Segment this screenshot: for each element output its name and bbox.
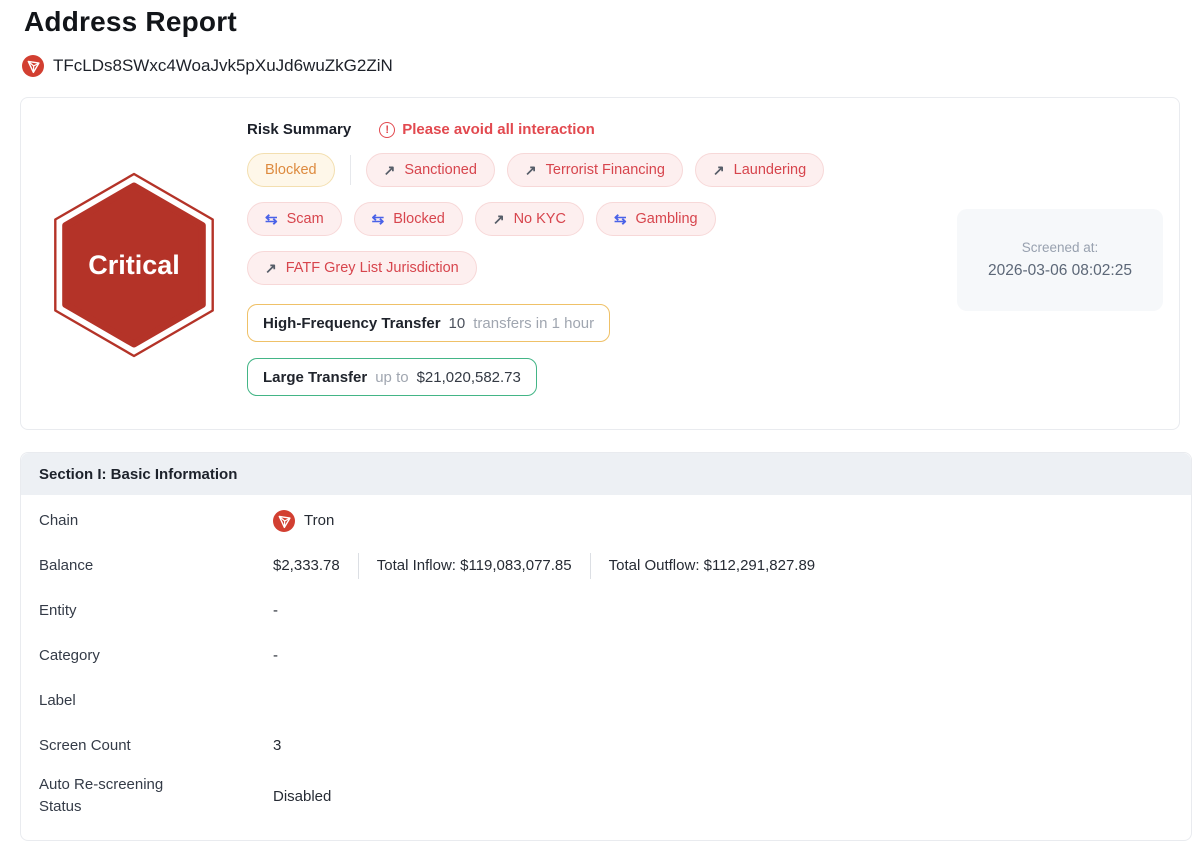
- high-frequency-transfer-box: High-Frequency Transfer 10 transfers in …: [247, 304, 610, 342]
- risk-tag-laundering[interactable]: ↗ Laundering: [695, 153, 824, 187]
- basic-information-table: Chain Tron Balance $2,333.78 Total Inflo…: [21, 495, 1191, 824]
- critical-hexagon-badge: Critical: [52, 172, 216, 358]
- risk-tag-terrorist-financing[interactable]: ↗ Terrorist Financing: [507, 153, 683, 187]
- arrow-up-right-icon: ↗: [265, 260, 277, 277]
- large-transfer-amount: $21,020,582.73: [417, 369, 521, 386]
- category-value: -: [273, 647, 278, 664]
- address-row: TFcLDs8SWxc4WoaJvk5pXuJd6wuZkG2ZiN: [22, 55, 393, 77]
- auto-rescreening-value: Disabled: [273, 788, 331, 805]
- row-label: Label: [39, 690, 273, 712]
- risk-warning-text: Please avoid all interaction: [402, 121, 595, 138]
- value-divider: [358, 553, 359, 579]
- severity-label: Critical: [88, 250, 180, 280]
- risk-tag-blocked-primary[interactable]: Blocked: [247, 153, 335, 187]
- tag-label: Terrorist Financing: [546, 162, 665, 178]
- tag-label: Scam: [287, 211, 324, 227]
- tron-icon: [22, 55, 44, 77]
- table-row-balance: Balance $2,333.78 Total Inflow: $119,083…: [39, 543, 1173, 588]
- tag-label: FATF Grey List Jurisdiction: [286, 260, 459, 276]
- high-frequency-suffix: transfers in 1 hour: [473, 315, 594, 332]
- table-row-entity: Entity -: [39, 588, 1173, 633]
- entity-value: -: [273, 602, 278, 619]
- screened-at-value: 2026-03-06 08:02:25: [988, 262, 1132, 280]
- value-divider: [590, 553, 591, 579]
- arrow-up-right-icon: ↗: [493, 211, 505, 228]
- tag-divider: [350, 155, 351, 185]
- arrow-up-right-icon: ↗: [525, 162, 537, 179]
- table-row-auto-rescreening: Auto Re-screening Status Disabled: [39, 768, 1173, 824]
- screen-count-value: 3: [273, 737, 281, 754]
- table-row-label: Label: [39, 678, 1173, 723]
- table-row-screen-count: Screen Count 3: [39, 723, 1173, 768]
- tag-label: Sanctioned: [404, 162, 477, 178]
- arrow-up-right-icon: ↗: [384, 162, 396, 179]
- arrow-up-right-icon: ↗: [713, 162, 725, 179]
- large-transfer-label: Large Transfer: [263, 369, 367, 386]
- tag-label: No KYC: [514, 211, 566, 227]
- total-outflow: Total Outflow: $112,291,827.89: [609, 557, 816, 574]
- row-label: Entity: [39, 600, 273, 622]
- large-transfer-box: Large Transfer up to $21,020,582.73: [247, 358, 537, 396]
- high-frequency-label: High-Frequency Transfer: [263, 315, 441, 332]
- risk-badge-column: Critical: [21, 98, 247, 429]
- risk-warning: ! Please avoid all interaction: [379, 121, 595, 138]
- risk-summary-card: Critical Risk Summary ! Please avoid all…: [20, 97, 1180, 430]
- total-inflow: Total Inflow: $119,083,077.85: [377, 557, 572, 574]
- page-title: Address Report: [24, 6, 237, 38]
- risk-tag-fatf-grey-list[interactable]: ↗ FATF Grey List Jurisdiction: [247, 251, 477, 285]
- risk-tag-sanctioned[interactable]: ↗ Sanctioned: [366, 153, 495, 187]
- table-row-chain: Chain Tron: [39, 498, 1173, 543]
- basic-information-card: Section I: Basic Information Chain Tron …: [20, 452, 1192, 841]
- high-frequency-count: 10: [449, 315, 466, 332]
- address-text: TFcLDs8SWxc4WoaJvk5pXuJd6wuZkG2ZiN: [53, 56, 393, 76]
- risk-tag-scam[interactable]: ⇆ Scam: [247, 202, 342, 236]
- swap-icon: ⇆: [372, 210, 385, 228]
- swap-icon: ⇆: [614, 210, 627, 228]
- balance-amount: $2,333.78: [273, 557, 340, 574]
- table-row-category: Category -: [39, 633, 1173, 678]
- screened-at-panel: Screened at: 2026-03-06 08:02:25: [957, 209, 1163, 311]
- risk-tag-row-1: Blocked ↗ Sanctioned ↗ Terrorist Financi…: [247, 153, 1179, 187]
- row-label: Auto Re-screening Status: [39, 774, 197, 818]
- tag-label: Blocked: [393, 211, 445, 227]
- risk-tag-gambling[interactable]: ⇆ Gambling: [596, 202, 716, 236]
- info-icon: !: [379, 122, 395, 138]
- row-label: Category: [39, 645, 273, 667]
- tron-icon: [273, 510, 295, 532]
- risk-summary-heading: Risk Summary: [247, 121, 351, 138]
- tag-label: Laundering: [734, 162, 807, 178]
- screened-at-label: Screened at:: [1022, 240, 1099, 255]
- tag-label: Blocked: [265, 162, 317, 178]
- chain-value: Tron: [304, 512, 334, 529]
- section-heading: Section I: Basic Information: [21, 453, 1191, 495]
- risk-tag-no-kyc[interactable]: ↗ No KYC: [475, 202, 584, 236]
- swap-icon: ⇆: [265, 210, 278, 228]
- row-label: Balance: [39, 555, 273, 577]
- row-label: Chain: [39, 510, 273, 532]
- large-transfer-prefix: up to: [375, 369, 408, 386]
- risk-tag-blocked[interactable]: ⇆ Blocked: [354, 202, 463, 236]
- row-label: Screen Count: [39, 735, 273, 757]
- tag-label: Gambling: [636, 211, 698, 227]
